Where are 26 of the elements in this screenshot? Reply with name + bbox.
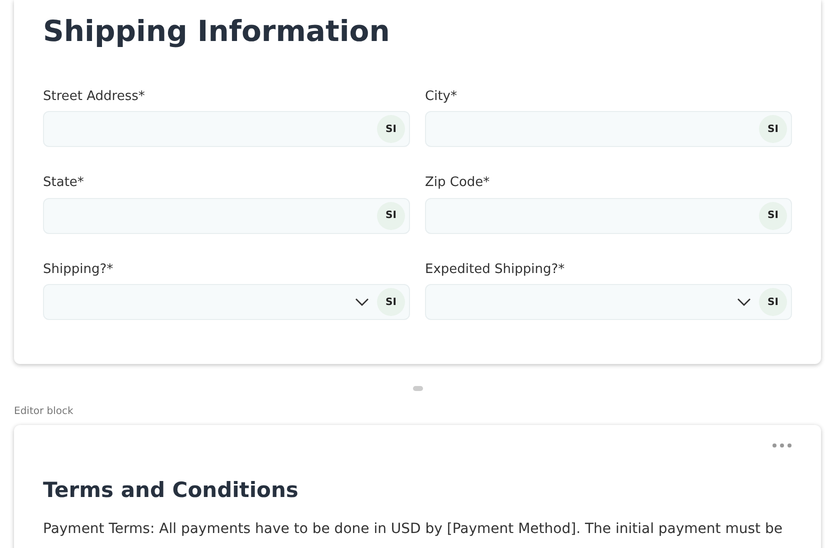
field-label: Street Address* bbox=[43, 88, 145, 106]
drag-handle[interactable] bbox=[412, 386, 422, 391]
more-options-icon[interactable] bbox=[772, 443, 792, 448]
terms-paragraph: Payment Terms: All payments have to be done in USD by [Payment Method]. The initial payment must be bbox=[43, 520, 784, 540]
select-field[interactable]: SI bbox=[425, 284, 792, 320]
input-field[interactable]: SI bbox=[425, 198, 792, 234]
section-heading: Terms and Conditions bbox=[43, 478, 300, 504]
input-field[interactable]: SI bbox=[425, 111, 792, 148]
select-field[interactable]: SI bbox=[43, 284, 410, 320]
field-label: State* bbox=[43, 174, 84, 192]
initials-avatar: SI bbox=[377, 288, 405, 316]
initials-avatar: SI bbox=[759, 115, 787, 144]
chevron-down-icon bbox=[737, 298, 751, 306]
input-field[interactable]: SI bbox=[43, 198, 410, 234]
field-label: City* bbox=[425, 88, 457, 106]
input-field[interactable]: SI bbox=[43, 111, 410, 148]
form-title: Shipping Information bbox=[43, 14, 391, 49]
field-label: Zip Code* bbox=[425, 174, 490, 192]
initials-avatar: SI bbox=[759, 288, 787, 316]
field-label: Expedited Shipping?* bbox=[425, 260, 565, 279]
initials-avatar: SI bbox=[759, 202, 787, 230]
initials-avatar: SI bbox=[377, 115, 405, 144]
initials-avatar: SI bbox=[377, 202, 405, 230]
block-caption: Editor block bbox=[14, 405, 74, 419]
chevron-down-icon bbox=[355, 298, 369, 306]
field-label: Shipping?* bbox=[43, 260, 114, 279]
